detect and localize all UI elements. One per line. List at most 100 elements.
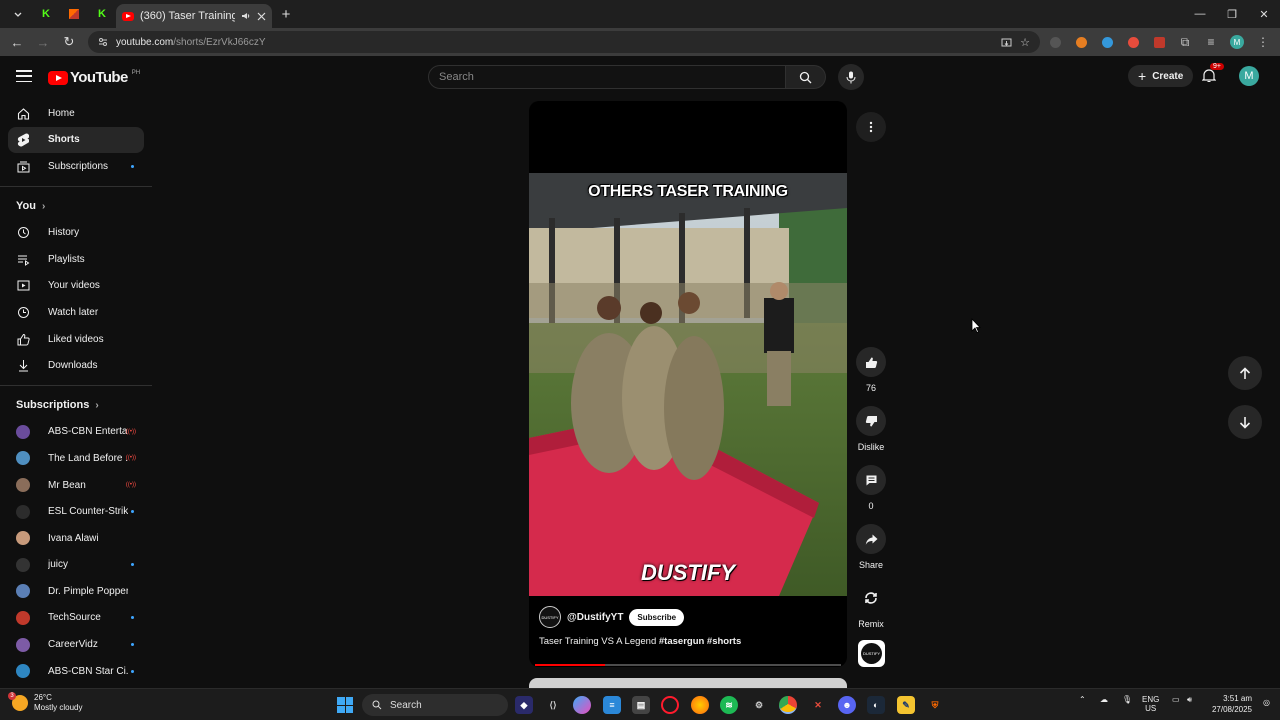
tab-active-youtube[interactable]: (360) Taser Training VS A Le	[116, 4, 272, 28]
remix-button[interactable]	[856, 583, 886, 613]
sidebar-item-your-videos[interactable]: Your videos	[8, 273, 144, 300]
windows-start-icon[interactable]	[337, 697, 353, 713]
tab-search-button[interactable]	[4, 0, 32, 28]
next-short-button[interactable]	[1228, 405, 1262, 439]
search-button[interactable]	[786, 65, 826, 89]
extension-3-icon[interactable]	[1096, 31, 1118, 53]
opera-icon[interactable]	[661, 696, 679, 714]
profile-avatar[interactable]: M	[1226, 31, 1248, 53]
onedrive-cloud-icon[interactable]: ☁	[1100, 695, 1108, 704]
sidebar-item-watch-later[interactable]: Watch later	[8, 299, 144, 326]
sidebar-subscription-item[interactable]: Ivana Alawi	[8, 525, 144, 552]
store-app-icon[interactable]: ▤	[632, 696, 650, 714]
taskbar-search[interactable]: Search	[362, 694, 508, 716]
youtube-logo[interactable]: YouTube PH	[48, 69, 140, 86]
minimize-icon[interactable]: —	[1184, 0, 1216, 28]
menu-hamburger-icon[interactable]	[16, 70, 32, 82]
more-options-button[interactable]	[856, 112, 886, 142]
previous-short-button[interactable]	[1228, 356, 1262, 390]
volume-icon[interactable]: 🔊︎	[1187, 695, 1192, 705]
language-indicator[interactable]: ENG US	[1142, 695, 1159, 713]
tab-app-orange[interactable]	[60, 0, 88, 28]
extensions-puzzle-icon[interactable]: ⧉	[1174, 31, 1196, 53]
visual-studio-icon[interactable]: ◆	[515, 696, 533, 714]
network-icon[interactable]: ▭	[1172, 695, 1180, 704]
site-info-icon[interactable]	[98, 37, 108, 47]
sidebar-section-subscriptions[interactable]: Subscriptions ›	[0, 392, 152, 419]
tab-kick-2[interactable]: K	[88, 0, 116, 28]
sidebar-subscription-item[interactable]: ABS-CBN Enterta... ((•))	[8, 419, 144, 446]
channel-handle[interactable]: @DustifyYT	[567, 612, 623, 623]
back-icon[interactable]: ←	[6, 31, 28, 53]
sidebar-item-shorts[interactable]: Shorts	[8, 126, 144, 154]
reading-list-icon[interactable]: ≡	[1200, 31, 1222, 53]
install-app-icon[interactable]	[1001, 37, 1012, 48]
system-clock[interactable]: 3:51 am 27/08/2025	[1208, 693, 1252, 715]
sidebar-subscription-item[interactable]: ESL Counter-Strike	[8, 498, 144, 525]
video-progress-bar[interactable]	[535, 664, 841, 666]
sidebar-item-history[interactable]: History	[8, 219, 144, 246]
notifications-button[interactable]: 9+	[1201, 63, 1224, 88]
new-tab-button[interactable]: +	[272, 0, 300, 28]
sidebar-item-subscriptions[interactable]: Subscriptions	[8, 153, 144, 180]
copilot-icon[interactable]	[573, 696, 591, 714]
notification-center-icon[interactable]: ◎	[1263, 698, 1270, 707]
account-avatar[interactable]: M	[1239, 66, 1259, 86]
notepad-icon[interactable]: ≡	[603, 696, 621, 714]
sticky-app-icon[interactable]: ✎	[897, 696, 915, 714]
brave-shield-icon[interactable]: ⛨	[926, 696, 944, 714]
search-input[interactable]: Search	[428, 65, 786, 89]
sidebar-item-home[interactable]: Home	[8, 100, 144, 127]
next-short-preview[interactable]	[529, 678, 847, 688]
close-window-icon[interactable]: ✕	[1248, 0, 1280, 28]
sidebar-section-you[interactable]: You ›	[0, 193, 152, 220]
browser-menu-icon[interactable]: ⋮	[1252, 31, 1274, 53]
extension-5-icon[interactable]	[1148, 31, 1170, 53]
sidebar-item-playlists[interactable]: Playlists	[8, 246, 144, 273]
sidebar-item-downloads[interactable]: Downloads	[8, 352, 144, 379]
vscode-app-icon[interactable]: ⟨⟩	[544, 696, 562, 714]
weather-widget[interactable]: 3 26°C Mostly cloudy	[8, 692, 82, 713]
steam-icon[interactable]: ◐	[867, 696, 885, 714]
voice-search-button[interactable]	[838, 64, 864, 90]
extension-2-icon[interactable]	[1070, 31, 1092, 53]
share-button[interactable]	[856, 524, 886, 554]
tray-overflow-icon[interactable]: ⌃	[1079, 695, 1086, 704]
sidebar-subscription-item[interactable]: Mr Bean ((•))	[8, 472, 144, 499]
subscribe-button[interactable]: Subscribe	[629, 608, 685, 626]
create-button[interactable]: + Create	[1128, 65, 1194, 87]
short-hashtags[interactable]: #tasergun #shorts	[659, 636, 741, 647]
shorts-player[interactable]: OTHERS TASER TRAINING DUSTIFY DUSTIFY @D…	[529, 101, 847, 667]
dislike-button[interactable]	[856, 406, 886, 436]
address-bar[interactable]: youtube.com/shorts/EzrVkJ66czY ☆	[88, 31, 1040, 53]
live-indicator-icon: ((•))	[125, 428, 136, 435]
sidebar-item-liked-videos[interactable]: Liked videos	[8, 326, 144, 353]
extension-1-icon[interactable]	[1044, 31, 1066, 53]
like-button[interactable]	[856, 347, 886, 377]
microphone-tray-icon[interactable]: 🎙︎	[1122, 695, 1132, 704]
restore-icon[interactable]: ❐	[1216, 0, 1248, 28]
speaker-icon[interactable]	[241, 11, 251, 21]
extension-4-icon[interactable]	[1122, 31, 1144, 53]
channel-avatar[interactable]: DUSTIFY	[539, 606, 561, 628]
discord-icon[interactable]: ☻	[838, 696, 856, 714]
spotify-icon[interactable]: ≋	[720, 696, 738, 714]
comments-button[interactable]	[856, 465, 886, 495]
video-frame[interactable]: OTHERS TASER TRAINING DUSTIFY	[529, 173, 847, 596]
sidebar-subscription-item[interactable]: TechSource	[8, 605, 144, 632]
sidebar-subscription-item[interactable]: ABS-CBN Star Ci...	[8, 658, 144, 685]
audio-track-thumbnail[interactable]: DUSTIFY	[858, 640, 885, 667]
sidebar-subscription-item[interactable]: The Land Before ... ((•))	[8, 445, 144, 472]
sidebar-subscription-item[interactable]: juicy	[8, 552, 144, 579]
sidebar-subscription-item[interactable]: Dr. Pimple Popper	[8, 578, 144, 605]
chrome-icon[interactable]	[779, 696, 797, 714]
steam-like-icon[interactable]: ⚙	[750, 696, 768, 714]
sidebar-subscription-item[interactable]: CareerVidz	[8, 631, 144, 658]
bookmark-star-icon[interactable]: ☆	[1020, 36, 1030, 49]
reload-icon[interactable]: ↻	[58, 31, 80, 53]
firefox-icon[interactable]	[691, 696, 709, 714]
tab-kick[interactable]: K	[32, 0, 60, 28]
forward-icon[interactable]: →	[32, 31, 54, 53]
x-app-icon[interactable]: ✕	[809, 696, 827, 714]
close-tab-icon[interactable]	[257, 12, 266, 21]
